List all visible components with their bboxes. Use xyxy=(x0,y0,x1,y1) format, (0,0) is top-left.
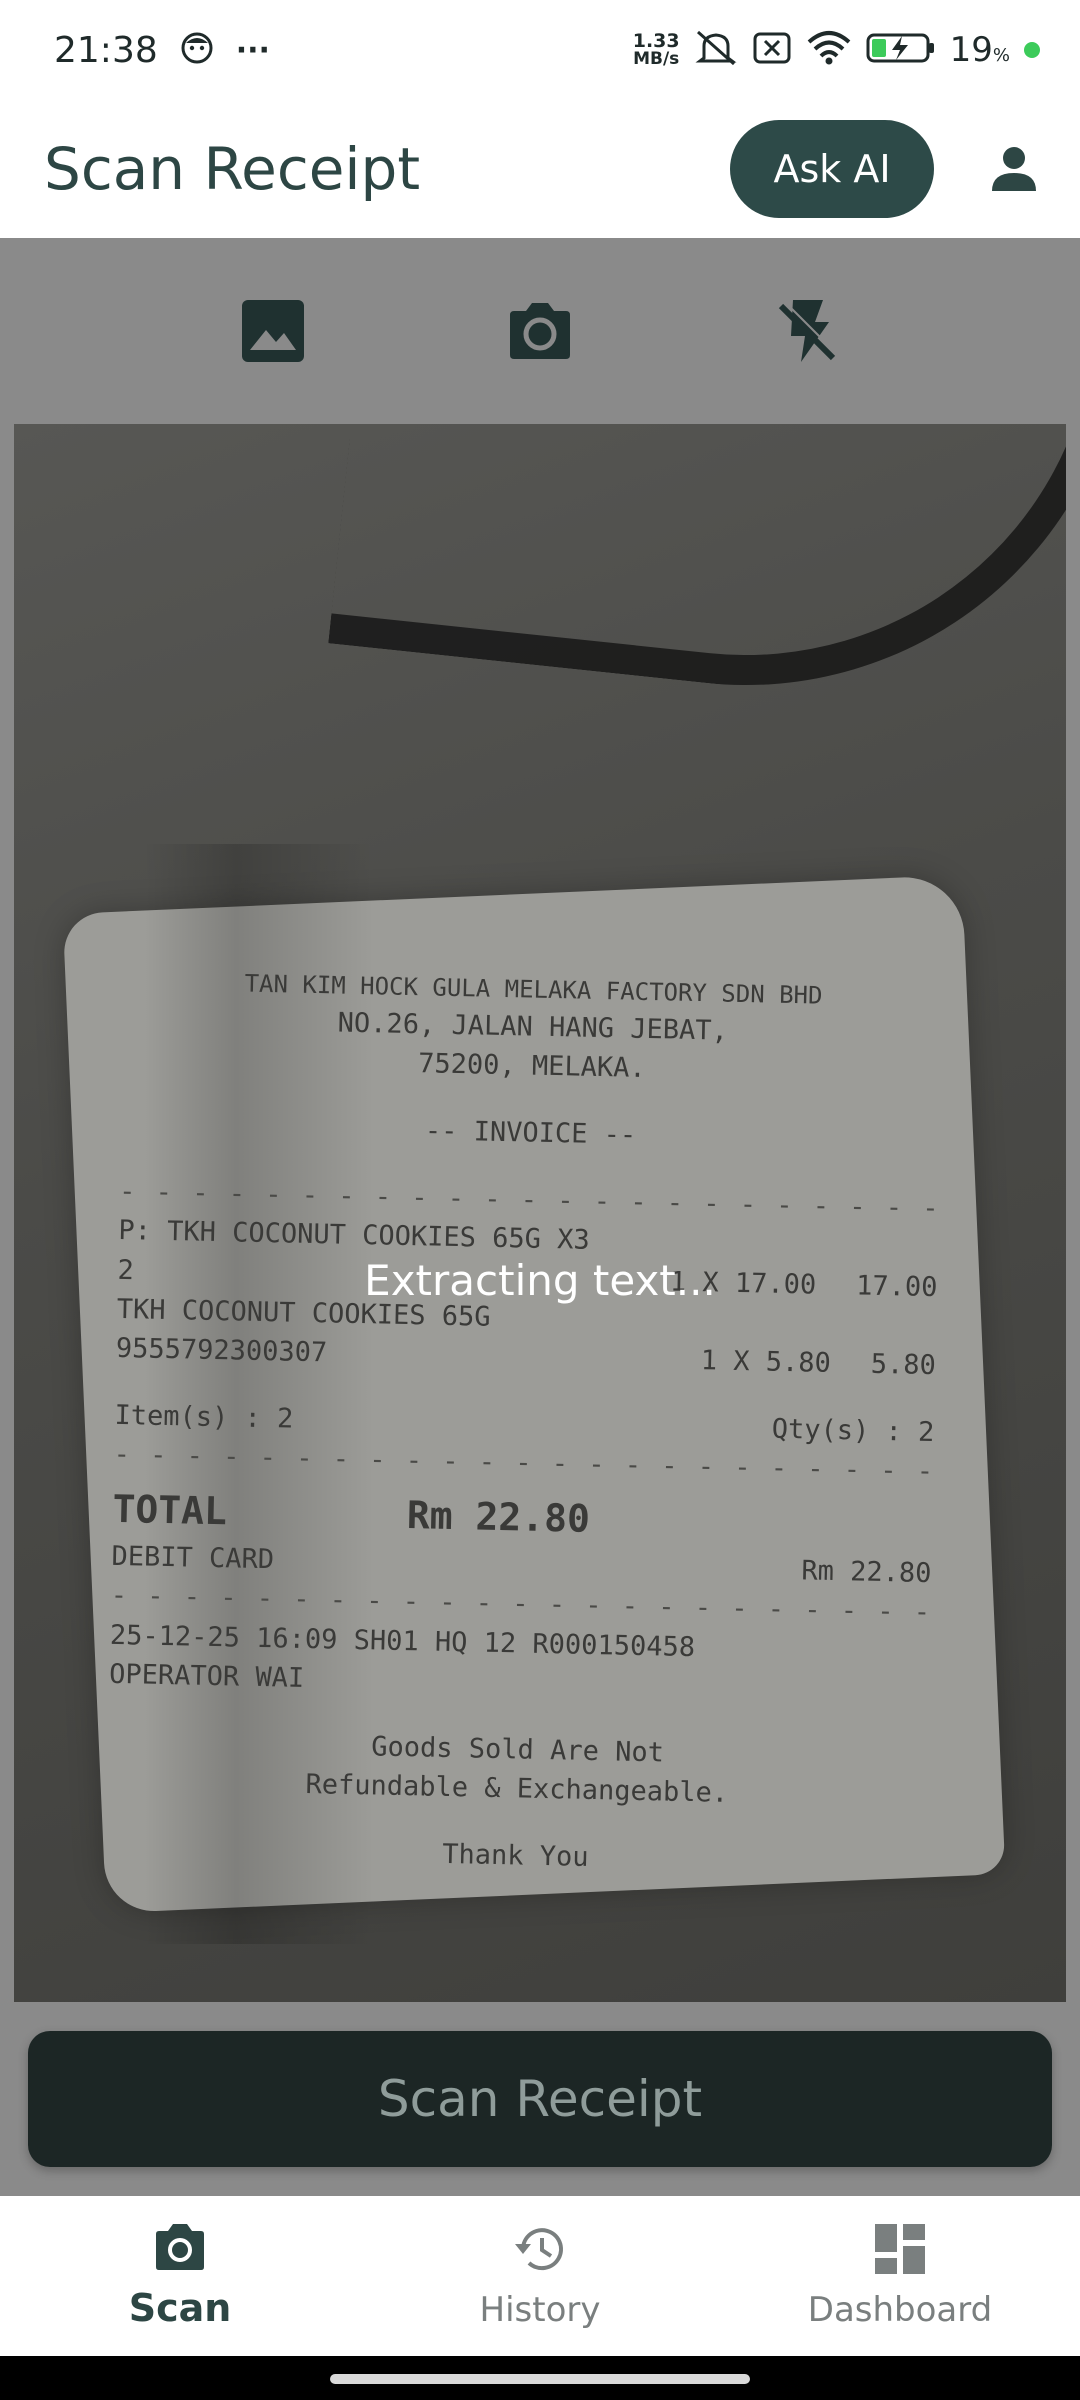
battery-percent-sign: % xyxy=(992,45,1010,66)
app-bar: Scan Receipt Ask AI xyxy=(0,100,1080,238)
more-indicator: ··· xyxy=(235,32,270,68)
camera-icon[interactable] xyxy=(500,291,580,371)
charging-dot xyxy=(1024,42,1040,58)
nav-label-history: History xyxy=(479,2290,601,2330)
receipt-cell: 1 X 5.80 xyxy=(700,1344,832,1379)
mute-icon xyxy=(694,28,738,72)
nav-item-scan[interactable]: Scan xyxy=(0,2196,360,2356)
camera-area: TAN KIM HOCK GULA MELAKA FACTORY SDN BHD… xyxy=(0,238,1080,2196)
receipt-cell: 9555792300307 xyxy=(115,1332,328,1369)
cable-shape xyxy=(328,424,1066,723)
receipt-total-value: Rm 22.80 xyxy=(406,1493,591,1542)
net-speed-unit: MB/s xyxy=(633,49,680,69)
status-bar: 21:38 ··· 1.33 MB/s 19% xyxy=(0,0,1080,100)
battery-percent-value: 19 xyxy=(949,30,993,70)
receipt-cell: Rm 22.80 xyxy=(801,1555,932,1590)
receipt-text: TAN KIM HOCK GULA MELAKA FACTORY SDN BHD… xyxy=(105,964,944,1884)
gesture-bar xyxy=(0,2356,1080,2400)
nav-item-history[interactable]: History xyxy=(360,2196,720,2356)
status-right: 1.33 MB/s 19% xyxy=(633,28,1040,72)
receipt-cell: DEBIT CARD xyxy=(111,1541,275,1576)
wifi-icon xyxy=(806,30,852,70)
receipt-cell: Qty(s) : 2 xyxy=(771,1413,935,1448)
camera-preview: TAN KIM HOCK GULA MELAKA FACTORY SDN BHD… xyxy=(14,424,1066,2002)
nav-label-dashboard: Dashboard xyxy=(807,2290,993,2330)
history-icon xyxy=(511,2222,569,2280)
status-left: 21:38 ··· xyxy=(54,30,270,71)
gallery-icon[interactable] xyxy=(233,291,313,371)
no-sim-icon xyxy=(752,30,792,70)
camera-icon xyxy=(152,2222,208,2276)
battery-charging-icon xyxy=(866,30,936,70)
receipt-total-label: TOTAL xyxy=(112,1487,228,1534)
page-title: Scan Receipt xyxy=(44,135,421,203)
status-time: 21:38 xyxy=(54,29,158,71)
bottom-nav: Scan History Dashboard xyxy=(0,2196,1080,2356)
person-icon[interactable] xyxy=(984,139,1044,199)
net-speed: 1.33 MB/s xyxy=(633,32,680,68)
dashboard-icon xyxy=(873,2222,927,2280)
flash-off-icon[interactable] xyxy=(767,291,847,371)
app-bar-actions: Ask AI xyxy=(730,120,1044,218)
ask-ai-button[interactable]: Ask AI xyxy=(730,120,934,218)
receipt-cell: 1 X 5.80 5.80 xyxy=(700,1341,936,1385)
scan-receipt-button[interactable]: Scan Receipt xyxy=(28,2031,1052,2167)
gesture-handle[interactable] xyxy=(330,2374,750,2384)
receipt-cell: Item(s) : 2 xyxy=(114,1399,294,1435)
camera-toolbar xyxy=(0,238,1080,424)
nav-item-dashboard[interactable]: Dashboard xyxy=(720,2196,1080,2356)
nav-label-scan: Scan xyxy=(128,2286,232,2330)
face-icon xyxy=(180,31,214,69)
battery-percent: 19% xyxy=(950,30,1010,70)
receipt-cell: 5.80 xyxy=(870,1348,937,1381)
extracting-status: Extracting text... xyxy=(364,1256,716,1305)
